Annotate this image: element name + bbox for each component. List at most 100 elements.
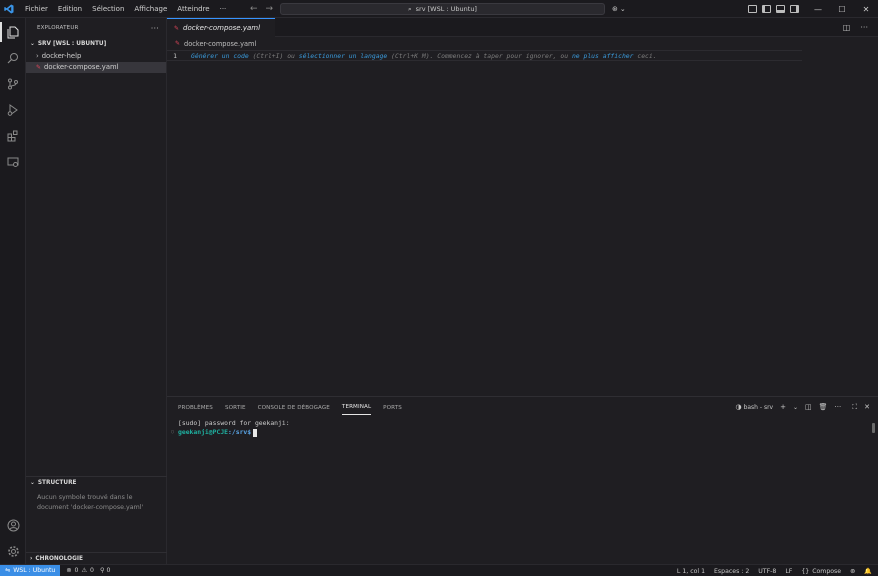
- breadcrumb[interactable]: ✎ docker-compose.yaml: [167, 37, 878, 50]
- bottom-panel: PROBLÈMES SORTIE CONSOLE DE DÉBOGAGE TER…: [167, 396, 878, 564]
- run-debug-icon[interactable]: [0, 98, 26, 122]
- chevron-right-icon: ›: [30, 555, 33, 562]
- remote-icon: ⇋: [5, 567, 11, 574]
- terminal-name: bash - srv: [743, 403, 774, 411]
- navigation-arrows: ← →: [250, 0, 273, 18]
- menu-affichage[interactable]: Affichage: [129, 0, 172, 18]
- terminal-prompt-line[interactable]: ○ geekanji@PCJE:/srv$: [167, 428, 878, 437]
- tab-debug-console[interactable]: CONSOLE DE DÉBOGAGE: [258, 400, 330, 415]
- close-icon[interactable]: ✕: [864, 403, 870, 411]
- ports-status[interactable]: ⚲ 0: [100, 567, 110, 574]
- chevron-down-icon: ⌄: [619, 5, 626, 13]
- terminal-scrollbar[interactable]: [872, 423, 875, 433]
- structure-section-header[interactable]: ⌄ STRUCTURE: [26, 476, 167, 489]
- tree-item-docker-help[interactable]: › docker-help: [26, 50, 166, 62]
- tab-ports[interactable]: PORTS: [383, 400, 402, 415]
- encoding[interactable]: UTF-8: [758, 568, 776, 575]
- extensions-icon[interactable]: [0, 124, 26, 148]
- breadcrumb-file[interactable]: docker-compose.yaml: [184, 40, 256, 48]
- prompt-path: :/srv$: [228, 428, 252, 436]
- customize-layout-icon[interactable]: [748, 5, 757, 13]
- maximize-icon[interactable]: ☐: [830, 0, 854, 18]
- workspace-root[interactable]: ⌄ SRV [WSL : UBUNTU]: [26, 38, 166, 50]
- ports-icon: ⚲: [99, 567, 105, 574]
- menu-edition[interactable]: Edition: [53, 0, 87, 18]
- tab-problems[interactable]: PROBLÈMES: [178, 400, 213, 415]
- chevron-down-icon[interactable]: ⌄: [793, 404, 798, 411]
- sidebar-title: EXPLORATEUR: [37, 25, 79, 31]
- more-actions-icon[interactable]: ···: [860, 23, 868, 32]
- toggle-panel-icon[interactable]: [776, 5, 785, 13]
- toggle-secondary-sidebar-icon[interactable]: [790, 5, 799, 13]
- bash-icon: ◑: [735, 403, 742, 411]
- yaml-file-icon: ✎: [36, 63, 42, 71]
- terminal-profile[interactable]: ◑ bash - srv: [735, 403, 773, 411]
- menu-fichier[interactable]: Fichier: [20, 0, 53, 18]
- minimize-icon[interactable]: —: [806, 0, 830, 18]
- language-mode[interactable]: {} Compose: [801, 568, 841, 575]
- editor-actions: ◫ ···: [843, 18, 868, 37]
- menu-more[interactable]: ···: [215, 0, 232, 18]
- yaml-file-icon: ✎: [174, 24, 180, 32]
- window-controls: — ☐ ✕: [806, 0, 878, 18]
- tree-item-label: docker-compose.yaml: [44, 63, 119, 72]
- error-icon: ⊗: [66, 567, 72, 574]
- structure-title: STRUCTURE: [37, 480, 77, 486]
- toggle-sidebar-icon[interactable]: [762, 5, 771, 13]
- command-center[interactable]: ⌕ srv [WSL : Ubuntu]: [280, 3, 605, 15]
- braces-icon: {}: [801, 567, 810, 575]
- menu-selection[interactable]: Sélection: [87, 0, 129, 18]
- status-bar: ⇋ WSL : Ubuntu ⊗ 0 ⚠ 0 ⚲ 0 L 1, col 1 Espac…: [0, 564, 878, 576]
- status-left: ⊗ 0 ⚠ 0 ⚲ 0: [66, 567, 110, 574]
- chevron-down-icon: ⌄: [30, 41, 35, 47]
- title-bar: Fichier Edition Sélection Affichage Atte…: [0, 0, 878, 18]
- tab-label: docker-compose.yaml: [183, 24, 261, 32]
- tab-output[interactable]: SORTIE: [225, 400, 246, 415]
- problems-status[interactable]: ⊗ 0 ⚠ 0: [66, 567, 94, 574]
- notifications-icon[interactable]: 🔔: [864, 567, 872, 575]
- workspace-root-label: SRV [WSL : UBUNTU]: [37, 41, 107, 47]
- layout-controls: [748, 0, 799, 18]
- menu-bar: Fichier Edition Sélection Affichage Atte…: [20, 0, 231, 18]
- sidebar-more-button[interactable]: ···: [151, 24, 159, 33]
- more-actions-icon[interactable]: ···: [835, 403, 842, 411]
- ports-count: 0: [106, 567, 111, 574]
- close-icon[interactable]: ✕: [854, 0, 878, 18]
- timeline-title: CHRONOLOGIE: [35, 555, 83, 562]
- search-icon[interactable]: [0, 46, 26, 70]
- command-center-label: srv [WSL : Ubuntu]: [415, 5, 477, 13]
- split-terminal-icon[interactable]: ◫: [805, 403, 812, 411]
- gear-icon[interactable]: [0, 539, 26, 563]
- source-control-icon[interactable]: [0, 72, 26, 96]
- menu-atteindre[interactable]: Atteindre: [172, 0, 214, 18]
- chevron-right-icon: ›: [36, 51, 39, 60]
- cursor-position[interactable]: L 1, col 1: [677, 568, 705, 575]
- copilot-button[interactable]: ⊛ ⌄: [612, 3, 626, 15]
- remote-explorer-icon[interactable]: [0, 150, 26, 174]
- remote-indicator[interactable]: ⇋ WSL : Ubuntu: [0, 564, 61, 576]
- sidebar-header: EXPLORATEUR ···: [26, 18, 166, 38]
- command-decoration-icon[interactable]: ○: [171, 428, 178, 437]
- explorer-icon[interactable]: [0, 20, 26, 44]
- current-line-highlight: [167, 50, 802, 61]
- account-icon[interactable]: [0, 513, 26, 537]
- timeline-section-header[interactable]: › CHRONOLOGIE: [26, 552, 167, 564]
- new-terminal-icon[interactable]: +: [780, 403, 786, 411]
- yaml-file-icon: ✎: [175, 40, 181, 47]
- tab-terminal[interactable]: TERMINAL: [341, 399, 372, 415]
- copilot-status-icon[interactable]: ⊛: [850, 568, 855, 575]
- maximize-panel-icon[interactable]: ⛶: [852, 403, 857, 412]
- indentation[interactable]: Espaces : 2: [714, 568, 749, 575]
- vscode-logo-icon: [0, 0, 18, 18]
- split-editor-icon[interactable]: ◫: [843, 23, 851, 32]
- tree-item-label: docker-help: [41, 51, 82, 60]
- tree-item-docker-compose[interactable]: ✎ docker-compose.yaml: [26, 61, 166, 73]
- forward-arrow-icon[interactable]: →: [266, 4, 274, 14]
- editor-area[interactable]: ✎ docker-compose.yaml 1 Générer un code …: [167, 37, 878, 396]
- sidebar-explorer: EXPLORATEUR ··· ⌄ SRV [WSL : UBUNTU] › d…: [26, 18, 167, 564]
- terminal-output: [sudo] password for geekanji:: [178, 419, 290, 427]
- back-arrow-icon[interactable]: ←: [250, 4, 258, 14]
- tab-docker-compose[interactable]: ✎ docker-compose.yaml: [167, 18, 275, 37]
- end-of-line[interactable]: LF: [785, 568, 792, 575]
- trash-icon[interactable]: 🗑: [819, 403, 828, 411]
